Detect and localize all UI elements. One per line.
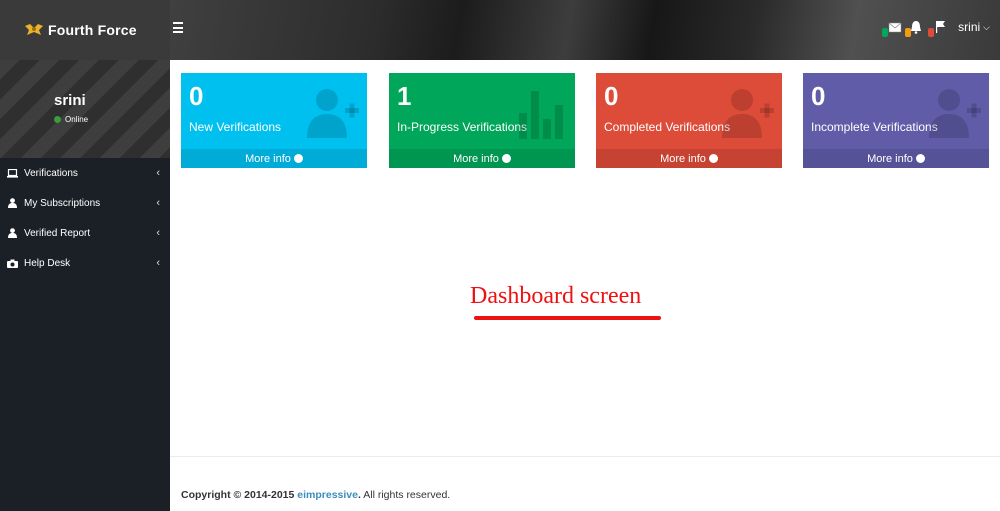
more-info-label: More info: [867, 152, 913, 165]
user-menu-name: srini: [958, 20, 981, 34]
card-count: 0: [811, 81, 826, 111]
navbar-right: srini ⌵: [879, 18, 990, 37]
envelope-icon[interactable]: [882, 18, 902, 37]
user-add-icon: [307, 89, 359, 138]
copyright-prefix: Copyright © 2014-2015: [181, 489, 298, 501]
card-label: Incomplete Verifications: [811, 120, 938, 134]
card-in-progress-verifications: 1 In-Progress Verifications More info: [389, 73, 575, 168]
sidebar-item-my-subscriptions[interactable]: My Subscriptions ‹: [0, 188, 170, 218]
user-icon: [6, 228, 18, 238]
sidebar-item-label: Verified Report: [24, 227, 91, 239]
chevron-left-icon: ‹: [156, 257, 160, 269]
user-panel: srini Online: [0, 60, 170, 158]
arrow-circle-right-icon: [501, 154, 511, 163]
card-completed-verifications: 0 Completed Verifications More info: [596, 73, 782, 168]
more-info-label: More info: [245, 152, 291, 165]
sidebar-item-help-desk[interactable]: Help Desk ‹: [0, 248, 170, 278]
sidebar-item-label: Verifications: [24, 167, 78, 179]
user-status: Online: [54, 115, 88, 124]
chevron-left-icon: ‹: [156, 227, 160, 239]
annotation-label: Dashboard screen: [470, 283, 642, 309]
arrow-circle-right-icon: [708, 154, 718, 163]
sidebar-item-label: Help Desk: [24, 257, 71, 269]
more-info-link[interactable]: More info: [596, 149, 782, 168]
annotation-underline: [474, 316, 661, 320]
sidebar-item-verifications[interactable]: Verifications ‹: [0, 158, 170, 188]
more-info-label: More info: [660, 152, 706, 165]
header: Fourth Force srini ⌵: [0, 0, 1000, 60]
user-add-icon: [929, 89, 981, 138]
more-info-link[interactable]: More info: [181, 149, 367, 168]
more-info-label: More info: [453, 152, 499, 165]
sidebar-item-verified-report[interactable]: Verified Report ‹: [0, 218, 170, 248]
card-count: 0: [604, 81, 619, 111]
more-info-link[interactable]: More info: [803, 149, 989, 168]
camera-icon: [6, 258, 18, 268]
copyright: Copyright © 2014-2015 eimpressive. All r…: [181, 489, 450, 501]
sidebar-item-label: My Subscriptions: [24, 197, 101, 209]
laptop-icon: [6, 168, 18, 178]
card-label: New Verifications: [189, 120, 282, 134]
card-count: 0: [189, 81, 204, 111]
company-link[interactable]: eimpressive: [297, 489, 358, 501]
arrow-circle-right-icon: [915, 154, 925, 163]
arrow-circle-right-icon: [293, 154, 303, 163]
bell-icon[interactable]: [905, 18, 925, 37]
user-icon: [6, 198, 18, 208]
chevron-left-icon: ‹: [156, 197, 160, 209]
user-menu[interactable]: srini ⌵: [958, 20, 990, 34]
online-dot-icon: [54, 116, 61, 123]
chevron-left-icon: ‹: [156, 167, 160, 179]
card-label: Completed Verifications: [604, 120, 731, 134]
brand-name: Fourth Force: [48, 22, 137, 38]
card-new-verifications: 0 New Verifications More info: [181, 73, 367, 168]
card-label: In-Progress Verifications: [397, 120, 528, 134]
tasks-badge: [928, 28, 935, 37]
top-navbar: srini ⌵: [170, 0, 1000, 60]
user-status-label: Online: [65, 115, 89, 124]
page-footer: Copyright © 2014-2015 eimpressive. All r…: [170, 456, 1000, 511]
menu-toggle-icon[interactable]: [173, 22, 185, 36]
user-add-icon: [722, 89, 774, 138]
flag-icon[interactable]: [928, 18, 948, 37]
brand[interactable]: Fourth Force: [0, 0, 170, 60]
card-incomplete-verifications: 0 Incomplete Verifications More info: [803, 73, 989, 168]
copyright-suffix: All rights reserved.: [360, 489, 451, 501]
more-info-link[interactable]: More info: [389, 149, 575, 168]
card-count: 1: [397, 81, 412, 111]
user-panel-name: srini: [54, 92, 86, 109]
notifications-badge: [905, 28, 912, 37]
sidebar: srini Online Verifications ‹ My Subscrip…: [0, 60, 170, 511]
bar-chart-icon: [519, 91, 563, 139]
chevron-down-icon: ⌵: [983, 21, 990, 32]
logo-icon: [25, 24, 43, 35]
messages-badge: [882, 28, 889, 37]
